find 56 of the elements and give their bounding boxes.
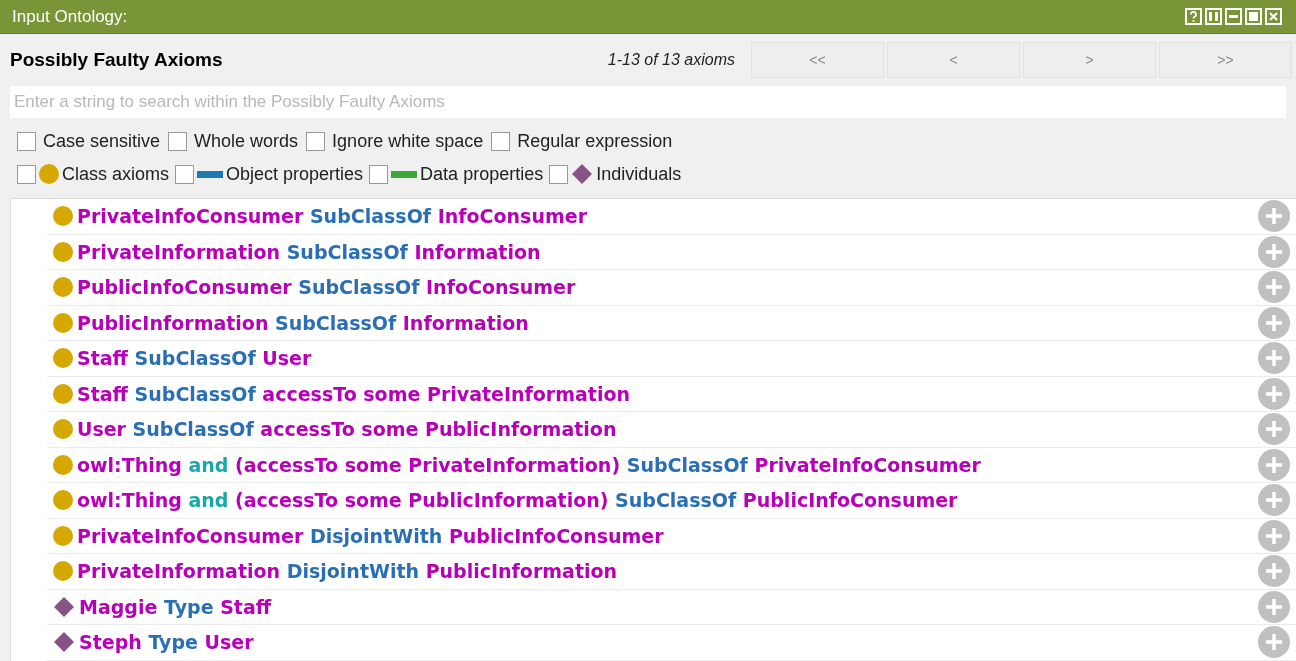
filter-label: Individuals bbox=[596, 162, 682, 186]
axiom-text[interactable]: PrivateInformation DisjointWith PublicInformation bbox=[77, 557, 1254, 586]
minimize-icon[interactable] bbox=[1225, 8, 1242, 25]
axiom-text[interactable]: owl:Thing and (accessTo some PrivateInformation) SubClassOf PrivateInfoConsumer bbox=[77, 450, 1254, 479]
axiom-text[interactable]: User SubClassOf accessTo some PublicInformation bbox=[77, 415, 1254, 444]
help-icon[interactable] bbox=[1185, 8, 1202, 25]
add-icon[interactable] bbox=[1258, 484, 1290, 517]
axiom-text[interactable]: PrivateInfoConsumer SubClassOf InfoConsumer bbox=[77, 202, 1254, 231]
add-icon[interactable] bbox=[1258, 413, 1290, 446]
checkbox[interactable] bbox=[17, 164, 36, 184]
add-icon[interactable] bbox=[1258, 448, 1290, 481]
option-label: Whole words bbox=[194, 129, 299, 153]
add-icon[interactable] bbox=[1258, 271, 1290, 304]
panel-title: Possibly Faulty Axioms bbox=[10, 47, 224, 72]
add-icon[interactable] bbox=[1258, 555, 1290, 588]
axiom-text[interactable]: PrivateInformation SubClassOf Information bbox=[77, 237, 1254, 266]
axiom-text[interactable]: Staff SubClassOf accessTo some PrivateInformation bbox=[77, 379, 1254, 408]
option-label: Ignore white space bbox=[332, 129, 484, 153]
add-icon[interactable] bbox=[1258, 306, 1290, 339]
axiom-count: 1-13 of 13 axioms bbox=[606, 50, 735, 70]
diamond-icon bbox=[53, 631, 75, 654]
add-icon[interactable] bbox=[1258, 200, 1290, 233]
add-icon[interactable] bbox=[1258, 235, 1290, 268]
add-icon[interactable] bbox=[1258, 519, 1290, 552]
checkbox[interactable] bbox=[306, 131, 326, 151]
filter-label: Class axioms bbox=[62, 162, 170, 186]
axiom-text[interactable]: owl:Thing and (accessTo some PublicInformation) SubClassOf PublicInfoConsumer bbox=[77, 486, 1254, 515]
filter-label: Data properties bbox=[420, 162, 544, 186]
add-icon[interactable] bbox=[1258, 626, 1290, 659]
axiom-text[interactable]: PublicInfoConsumer SubClassOf InfoConsumer bbox=[77, 273, 1254, 302]
axiom-text[interactable]: Staff SubClassOf User bbox=[77, 344, 1254, 373]
checkbox[interactable] bbox=[369, 164, 389, 184]
diamond-icon bbox=[571, 163, 594, 185]
close-icon[interactable] bbox=[1265, 8, 1282, 25]
axiom-text[interactable]: PrivateInfoConsumer DisjointWith PublicInfoConsumer bbox=[77, 521, 1254, 550]
option-label: Case sensitive bbox=[43, 129, 161, 153]
data-property-bar-icon bbox=[391, 170, 418, 178]
window-title: Input Ontology: bbox=[12, 5, 128, 28]
checkbox[interactable] bbox=[17, 131, 36, 151]
checkbox[interactable] bbox=[168, 131, 188, 151]
add-icon[interactable] bbox=[1258, 342, 1290, 375]
checkbox[interactable] bbox=[549, 164, 569, 184]
axiom-text[interactable]: PublicInformation SubClassOf Information bbox=[77, 308, 1254, 337]
object-property-bar-icon bbox=[197, 170, 224, 178]
axiom-text[interactable]: Maggie Type Staff bbox=[79, 592, 1254, 621]
checkbox[interactable] bbox=[491, 131, 511, 151]
axiom-text[interactable]: Steph Type User bbox=[79, 628, 1254, 657]
option-label: Regular expression bbox=[517, 129, 673, 153]
filter-label: Object properties bbox=[226, 162, 364, 186]
split-view-icon[interactable] bbox=[1205, 8, 1222, 25]
add-icon[interactable] bbox=[1258, 377, 1290, 410]
search-field[interactable]: Enter a string to search within the Possibly Faulty Axioms bbox=[10, 86, 1286, 118]
add-icon[interactable] bbox=[1258, 590, 1290, 623]
checkbox[interactable] bbox=[175, 164, 195, 184]
diamond-icon bbox=[53, 595, 75, 618]
maximize-icon[interactable] bbox=[1245, 8, 1262, 25]
